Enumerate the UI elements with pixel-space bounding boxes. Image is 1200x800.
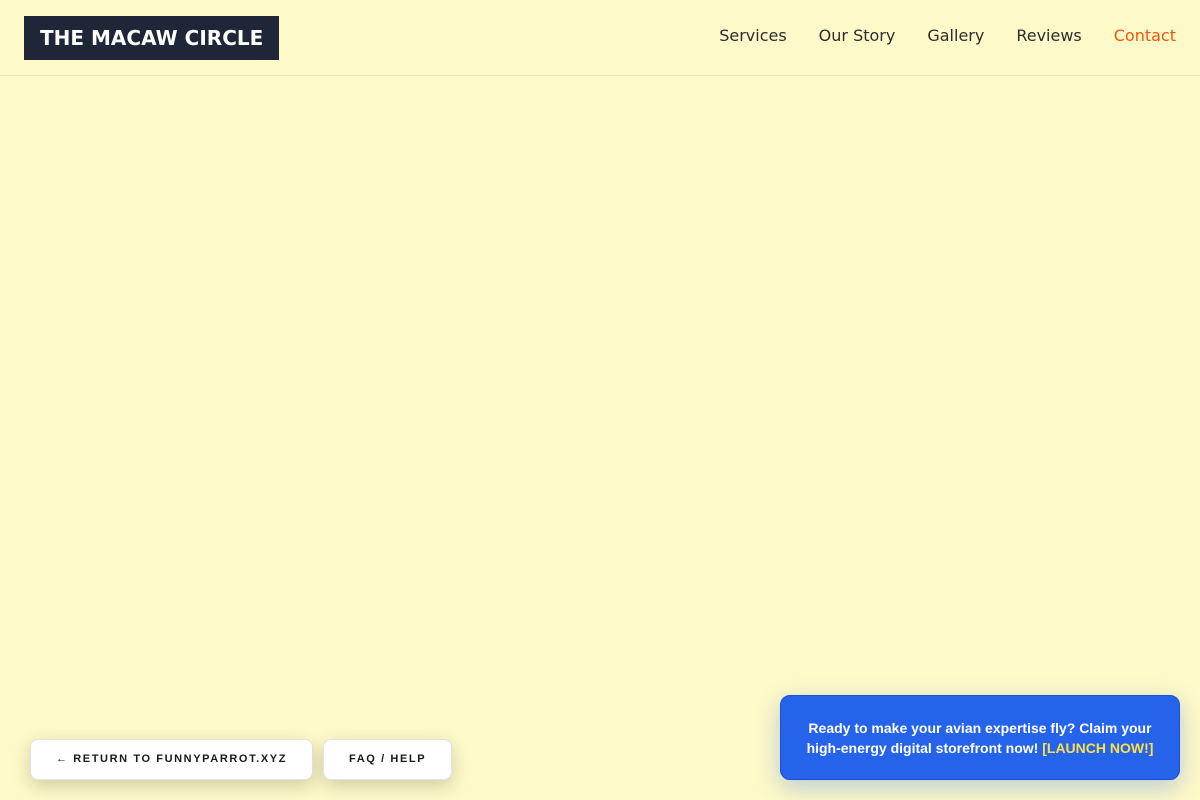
page: THE MACAW CIRCLE Services Our Story Gall… xyxy=(0,0,1200,800)
nav-link-services[interactable]: Services xyxy=(719,24,786,48)
site-logo[interactable]: THE MACAW CIRCLE xyxy=(24,16,280,60)
faq-help-button[interactable]: FAQ / HELP xyxy=(323,739,453,780)
cta-banner-text: Ready to make your avian expertise fly? … xyxy=(803,718,1157,758)
nav-link-gallery[interactable]: Gallery xyxy=(927,24,984,48)
nav-link-reviews[interactable]: Reviews xyxy=(1016,24,1081,48)
site-header: THE MACAW CIRCLE Services Our Story Gall… xyxy=(0,0,1200,76)
cta-launch-link[interactable]: [LAUNCH NOW!] xyxy=(1042,740,1153,756)
nav-link-contact[interactable]: Contact xyxy=(1114,24,1176,48)
cta-banner[interactable]: Ready to make your avian expertise fly? … xyxy=(780,695,1180,780)
nav-link-our-story[interactable]: Our Story xyxy=(819,24,896,48)
main-nav: Services Our Story Gallery Reviews Conta… xyxy=(719,24,1176,48)
return-to-site-button[interactable]: ← RETURN TO FUNNYPARROT.XYZ xyxy=(30,739,314,780)
footer-button-group: ← RETURN TO FUNNYPARROT.XYZ FAQ / HELP xyxy=(30,739,453,780)
